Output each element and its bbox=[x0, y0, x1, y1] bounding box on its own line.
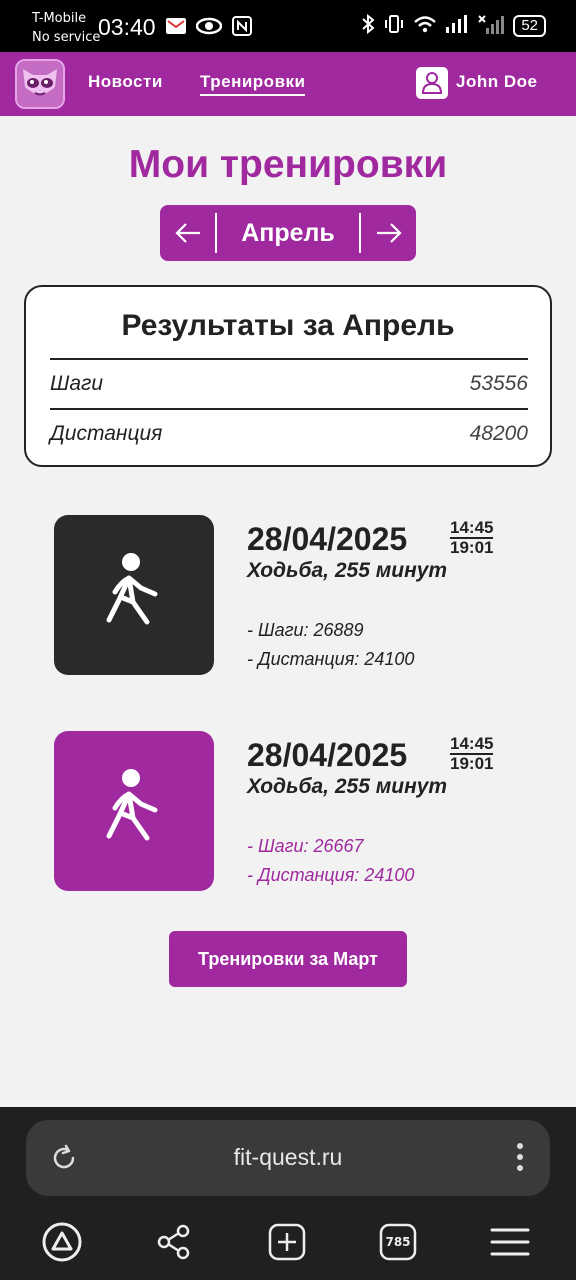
vibrate-icon bbox=[383, 14, 405, 38]
browser-toolbar: fit-quest.ru 785 bbox=[0, 1107, 576, 1280]
user-icon[interactable] bbox=[416, 67, 448, 99]
nfc-icon bbox=[232, 16, 252, 40]
workout-time-range: 14:45 19:01 bbox=[450, 518, 494, 557]
workout-date: 28/04/2025 bbox=[247, 521, 408, 557]
prev-month-button[interactable] bbox=[160, 205, 215, 261]
workout-end-time: 19:01 bbox=[450, 754, 494, 773]
eye-icon bbox=[195, 17, 223, 39]
workout-distance: - Дистанция: 24100 bbox=[247, 865, 415, 885]
url-text: fit-quest.ru bbox=[233, 1144, 343, 1170]
new-tab-icon[interactable] bbox=[265, 1220, 309, 1264]
arrow-right-icon bbox=[376, 223, 402, 243]
result-row-distance: Дистанция 48200 bbox=[50, 422, 528, 446]
clock: 03:40 bbox=[98, 14, 156, 40]
page-title: Мои тренировки bbox=[128, 143, 448, 186]
walking-icon bbox=[54, 731, 214, 891]
month-switcher: Апрель bbox=[160, 205, 416, 261]
wifi-icon bbox=[413, 15, 437, 37]
alice-assistant-icon[interactable] bbox=[40, 1220, 84, 1264]
user-name[interactable]: John Doe bbox=[456, 72, 537, 92]
no-signal-icon bbox=[477, 14, 505, 38]
tabs-count-button[interactable]: 785 bbox=[376, 1220, 420, 1264]
workout-time-range: 14:45 19:01 bbox=[450, 734, 494, 773]
workout-item[interactable]: 28/04/2025 14:45 19:01 Ходьба, 255 минут… bbox=[54, 731, 524, 891]
divider bbox=[50, 358, 528, 360]
top-navbar: Новости Тренировки John Doe bbox=[0, 52, 576, 116]
share-icon[interactable] bbox=[152, 1220, 196, 1264]
previous-month-workouts-button[interactable]: Тренировки за Март bbox=[169, 931, 407, 987]
next-month-button[interactable] bbox=[361, 205, 416, 261]
carrier-name: T-Mobile bbox=[32, 11, 87, 26]
results-title: Результаты за Апрель bbox=[121, 309, 455, 342]
walking-icon bbox=[54, 515, 214, 675]
results-card: Результаты за Апрель Шаги 53556 Дистанци… bbox=[24, 285, 552, 467]
current-month: Апрель bbox=[241, 218, 335, 247]
divider bbox=[50, 408, 528, 410]
logo-creature-icon bbox=[17, 61, 63, 107]
app-logo[interactable] bbox=[15, 59, 65, 109]
result-value: 53556 bbox=[469, 372, 528, 395]
workout-steps: - Шаги: 26889 bbox=[247, 620, 364, 640]
tabs-count: 785 bbox=[385, 1235, 411, 1249]
workout-type: Ходьба, 255 минут bbox=[247, 775, 448, 798]
workout-item[interactable]: 28/04/2025 14:45 19:01 Ходьба, 255 минут… bbox=[54, 515, 524, 675]
more-menu-icon[interactable] bbox=[516, 1142, 524, 1176]
hamburger-menu-icon[interactable] bbox=[488, 1220, 532, 1264]
status-bar: T-Mobile No service 03:40 52 bbox=[0, 0, 576, 52]
result-value: 48200 bbox=[469, 422, 528, 445]
workout-steps: - Шаги: 26667 bbox=[247, 836, 364, 856]
gmail-icon bbox=[166, 18, 186, 38]
workout-start-time: 14:45 bbox=[450, 518, 494, 539]
result-row-steps: Шаги 53556 bbox=[50, 372, 528, 396]
signal-icon bbox=[445, 15, 469, 37]
workout-type: Ходьба, 255 минут bbox=[247, 559, 448, 582]
nav-news[interactable]: Новости bbox=[88, 72, 163, 92]
battery-indicator: 52 bbox=[513, 15, 546, 37]
workout-end-time: 19:01 bbox=[450, 538, 494, 557]
bluetooth-icon bbox=[361, 13, 375, 38]
arrow-left-icon bbox=[174, 223, 200, 243]
result-label: Дистанция bbox=[50, 422, 163, 445]
result-label: Шаги bbox=[50, 372, 104, 395]
address-bar[interactable]: fit-quest.ru bbox=[26, 1120, 550, 1196]
workout-distance: - Дистанция: 24100 bbox=[247, 649, 415, 669]
carrier-info: T-Mobile No service bbox=[32, 9, 100, 47]
nav-workouts[interactable]: Тренировки bbox=[200, 72, 306, 96]
workout-date: 28/04/2025 bbox=[247, 737, 408, 773]
workout-start-time: 14:45 bbox=[450, 734, 494, 755]
service-status: No service bbox=[32, 30, 101, 45]
